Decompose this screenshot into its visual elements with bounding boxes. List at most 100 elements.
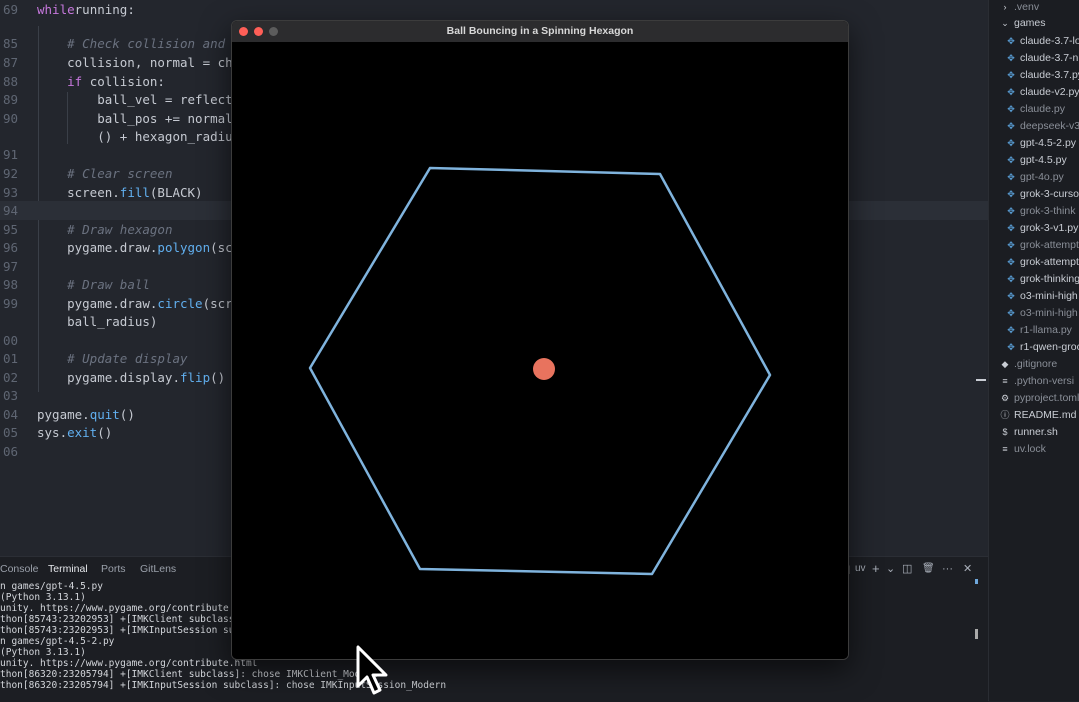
tree-item-label: runner.sh (1014, 426, 1058, 438)
line-number: 97 (2, 259, 18, 274)
minimap-slider-mark[interactable] (976, 379, 986, 381)
more-icon[interactable]: ··· (942, 560, 953, 578)
tree-item-label: .gitignore (1014, 358, 1058, 370)
tree-item[interactable]: ✥ o3-mini-high (1005, 305, 1079, 322)
file-explorer[interactable]: › .venv ⌄ games ✥ claude-3.7-lo ✥ claude-3.7-n ✥… (988, 0, 1079, 701)
pygame-window[interactable]: Ball Bouncing in a Spinning Hexagon (231, 20, 849, 660)
python-file-icon: ✥ (1007, 291, 1015, 301)
tree-item-label: grok-attempt (1020, 256, 1079, 268)
code-text: if collision: (67, 74, 165, 89)
python-file-icon: ✥ (1007, 223, 1015, 233)
code-text: whilerunning: (37, 2, 135, 17)
tree-item[interactable]: › .venv (999, 0, 1079, 16)
lines-icon: ≡ (1002, 444, 1008, 454)
game-canvas (232, 42, 848, 659)
tree-item-label: o3-mini-high (1020, 290, 1078, 302)
python-file-icon: ✥ (1007, 308, 1015, 318)
tree-item[interactable]: ≡ .python-versi (999, 373, 1079, 390)
info-icon: ⓘ (1000, 410, 1010, 420)
chevron-right-icon: › (1003, 2, 1007, 12)
python-file-icon: ✥ (1007, 257, 1015, 267)
lines-icon: ≡ (1002, 376, 1008, 386)
tree-item[interactable]: ✥ grok-3-v1.py (1005, 220, 1079, 237)
ball (533, 358, 555, 380)
line-number: 94 (2, 203, 18, 218)
terminal-line: n games/gpt-4.5-2.py (0, 636, 115, 647)
python-file-icon: ✥ (1007, 206, 1015, 216)
tab-console[interactable]: Console (0, 560, 39, 578)
dollar-icon: $ (1002, 427, 1008, 437)
tree-item-label: claude-3.7-n (1020, 52, 1079, 64)
python-file-icon: ✥ (1007, 342, 1015, 352)
tree-item[interactable]: ⚙ pyproject.toml (999, 390, 1079, 407)
scrollbar-thumb[interactable] (975, 629, 978, 639)
tree-item-label: gpt-4o.py (1020, 171, 1064, 183)
code-line[interactable]: 69 whilerunning: (0, 0, 988, 19)
tree-item-label: grok-3-think (1020, 205, 1076, 217)
line-number: 92 (2, 166, 18, 181)
code-text: # Check collision and (67, 36, 226, 51)
python-file-icon: ✥ (1007, 36, 1015, 46)
tab-terminal[interactable]: Terminal (48, 560, 88, 578)
tree-item[interactable]: ✥ claude-3.7.py (1005, 67, 1079, 84)
code-text: ball_vel = reflect (37, 92, 233, 107)
tab-ports[interactable]: Ports (101, 560, 126, 578)
tree-item[interactable]: ✥ claude-3.7-n (1005, 50, 1079, 67)
line-number: 96 (2, 240, 18, 255)
tree-item[interactable]: ⌄ games (999, 15, 1079, 32)
tree-item-label: claude-3.7.py (1020, 69, 1079, 81)
tree-item[interactable]: ✥ o3-mini-high (1005, 288, 1079, 305)
tree-item[interactable]: ✥ grok-3-think (1005, 203, 1079, 220)
tree-item[interactable]: ✥ r1-llama.py (1005, 322, 1079, 339)
tree-item[interactable]: ✥ claude-3.7-lo (1005, 33, 1079, 50)
terminal-line: n games/gpt-4.5.py (0, 581, 103, 592)
tree-item[interactable]: ✥ grok-3-curso (1005, 186, 1079, 203)
line-number: 87 (2, 55, 18, 70)
tree-item-label: games (1014, 17, 1046, 29)
tree-item[interactable]: ✥ gpt-4o.py (1005, 169, 1079, 186)
line-number: 04 (2, 407, 18, 422)
tree-item-label: grok-attempt (1020, 239, 1079, 251)
tree-item[interactable]: ✥ r1-qwen-groc (1005, 339, 1079, 356)
code-text: collision, normal = ch (37, 55, 233, 70)
line-number: 06 (2, 444, 18, 459)
add-terminal-icon[interactable]: + (872, 560, 880, 578)
chevron-down-icon[interactable]: ⌄ (886, 560, 895, 578)
tree-item[interactable]: ✥ deepseek-v3 (1005, 118, 1079, 135)
chevron-down-icon: ⌄ (1001, 18, 1009, 28)
tab-gitlens[interactable]: GitLens (140, 560, 176, 578)
tree-item[interactable]: $ runner.sh (999, 424, 1079, 441)
tree-item[interactable]: ✥ gpt-4.5.py (1005, 152, 1079, 169)
tree-item[interactable]: ✥ claude-v2.py (1005, 84, 1079, 101)
terminal-line: (Python 3.13.1) (0, 647, 86, 658)
python-file-icon: ✥ (1007, 104, 1015, 114)
tree-item[interactable]: ✥ gpt-4.5-2.py (1005, 135, 1079, 152)
close-panel-icon[interactable]: ✕ (963, 560, 972, 578)
tree-item[interactable]: ✥ grok-attempt (1005, 237, 1079, 254)
tree-item-label: pyproject.toml (1014, 392, 1079, 404)
tree-item[interactable]: ◆ .gitignore (999, 356, 1079, 373)
tree-item-label: README.md (1014, 409, 1077, 421)
tree-item[interactable]: ⓘ README.md (999, 407, 1079, 424)
line-number: 91 (2, 147, 18, 162)
code-text: pygame.draw.circle(scr (37, 296, 233, 311)
git-icon: ◆ (1001, 359, 1009, 369)
code-text: () + hexagon_radiu (37, 129, 233, 144)
tree-item[interactable]: ✥ claude.py (1005, 101, 1079, 118)
window-titlebar[interactable]: Ball Bouncing in a Spinning Hexagon (232, 21, 848, 43)
code-text: pygame.quit() (37, 407, 135, 422)
line-number: 98 (2, 277, 18, 292)
window-title: Ball Bouncing in a Spinning Hexagon (446, 25, 634, 37)
tree-item[interactable]: ✥ grok-attempt (1005, 254, 1079, 271)
trash-icon[interactable]: 🗑 (922, 560, 935, 578)
split-terminal-icon[interactable]: ◫ (902, 560, 912, 578)
terminal-line: thon[85743:23202953] +[IMKClient subclas… (0, 614, 241, 625)
line-number: 90 (2, 111, 18, 126)
code-text: ball_pos += normal (37, 111, 233, 126)
tree-item[interactable]: ✥ grok-thinking (1005, 271, 1079, 288)
tree-item[interactable]: ≡ uv.lock (999, 441, 1079, 458)
line-number: 85 (2, 36, 18, 51)
terminal-shell-label[interactable]: uv (855, 560, 866, 578)
python-file-icon: ✥ (1007, 172, 1015, 182)
code-text: ball_radius) (37, 314, 158, 329)
